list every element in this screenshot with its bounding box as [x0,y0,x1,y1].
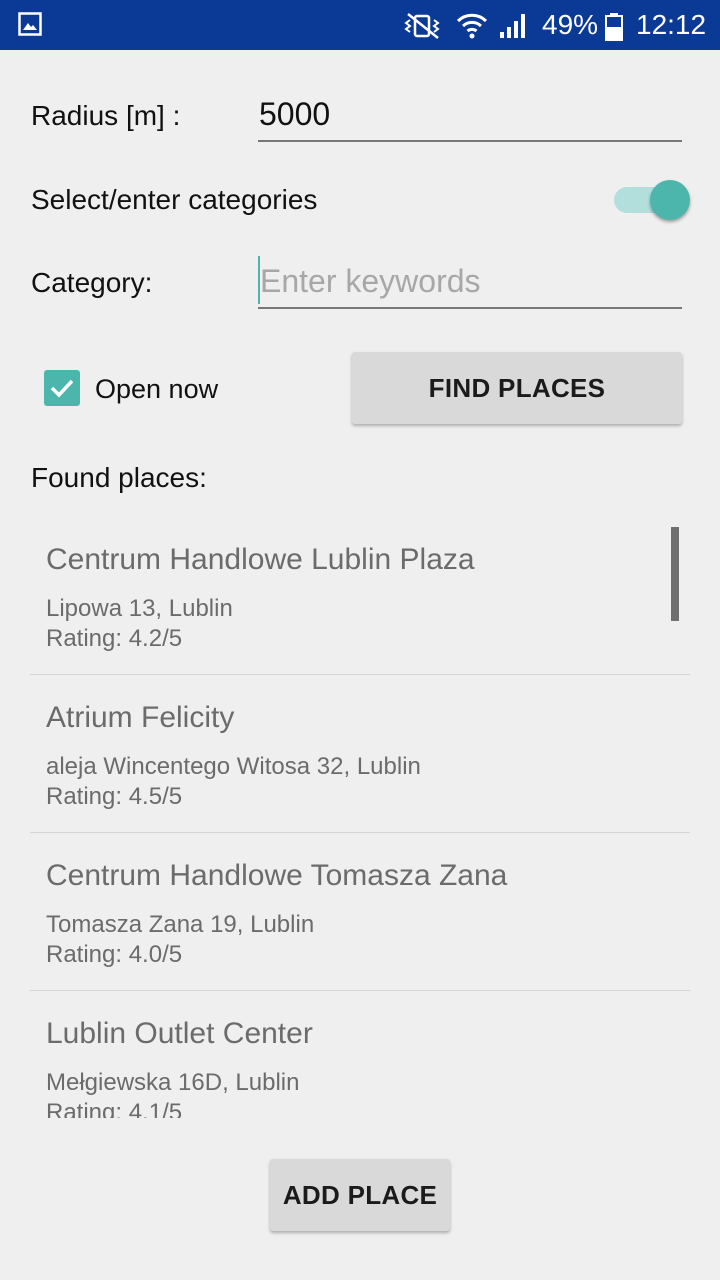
add-place-button[interactable]: ADD PLACE [270,1159,450,1231]
found-places-heading: Found places: [31,462,207,493]
vibrate-mute-icon [402,12,442,40]
places-list[interactable]: Centrum Handlowe Lublin Plaza Lipowa 13,… [0,525,720,1118]
categories-toggle-label: Select/enter categories [31,184,318,215]
check-icon [50,379,74,398]
list-item[interactable]: Atrium Felicity aleja Wincentego Witosa … [30,675,690,832]
signal-icon [498,12,528,40]
category-label: Category: [31,267,153,298]
place-rating: Rating: 4.2/5 [46,625,183,652]
place-rating: Rating: 4.1/5 [46,1099,183,1118]
wifi-icon [456,12,488,40]
list-item[interactable]: Centrum Handlowe Lublin Plaza Lipowa 13,… [30,525,690,674]
gallery-notification-icon [18,12,42,36]
radius-label: Radius [m] : [31,100,181,131]
categories-switch[interactable] [612,178,692,222]
place-rating: Rating: 4.5/5 [46,783,183,810]
place-address: aleja Wincentego Witosa 32, Lublin [46,753,421,780]
place-address: Tomasza Zana 19, Lublin [46,911,315,938]
open-now-label: Open now [95,374,219,404]
status-bar: 49% 12:12 [0,0,720,50]
radius-value: 5000 [259,96,331,132]
place-rating: Rating: 4.0/5 [46,941,183,968]
battery-icon [604,12,624,41]
clock: 12:12 [636,9,707,40]
category-placeholder: Enter keywords [260,263,481,299]
checkbox-box [44,370,80,406]
open-now-checkbox[interactable]: Open now [43,370,243,410]
battery-percent: 49% [542,9,599,40]
place-address: Mełgiewska 16D, Lublin [46,1069,300,1096]
place-name: Lublin Outlet Center [46,1017,313,1050]
switch-thumb [650,180,690,220]
list-item[interactable]: Centrum Handlowe Tomasza Zana Tomasza Za… [30,833,690,990]
category-input[interactable]: Enter keywords [258,252,682,312]
radius-underline [258,140,682,142]
place-name: Atrium Felicity [46,701,235,734]
place-name: Centrum Handlowe Tomasza Zana [46,859,508,892]
radius-input[interactable]: 5000 [258,88,682,144]
place-name: Centrum Handlowe Lublin Plaza [46,543,475,576]
category-underline [258,307,682,309]
list-item[interactable]: Lublin Outlet Center Mełgiewska 16D, Lub… [30,991,690,1118]
place-address: Lipowa 13, Lublin [46,595,233,622]
find-places-button[interactable]: FIND PLACES [352,352,682,424]
list-scrollbar[interactable] [671,527,679,621]
